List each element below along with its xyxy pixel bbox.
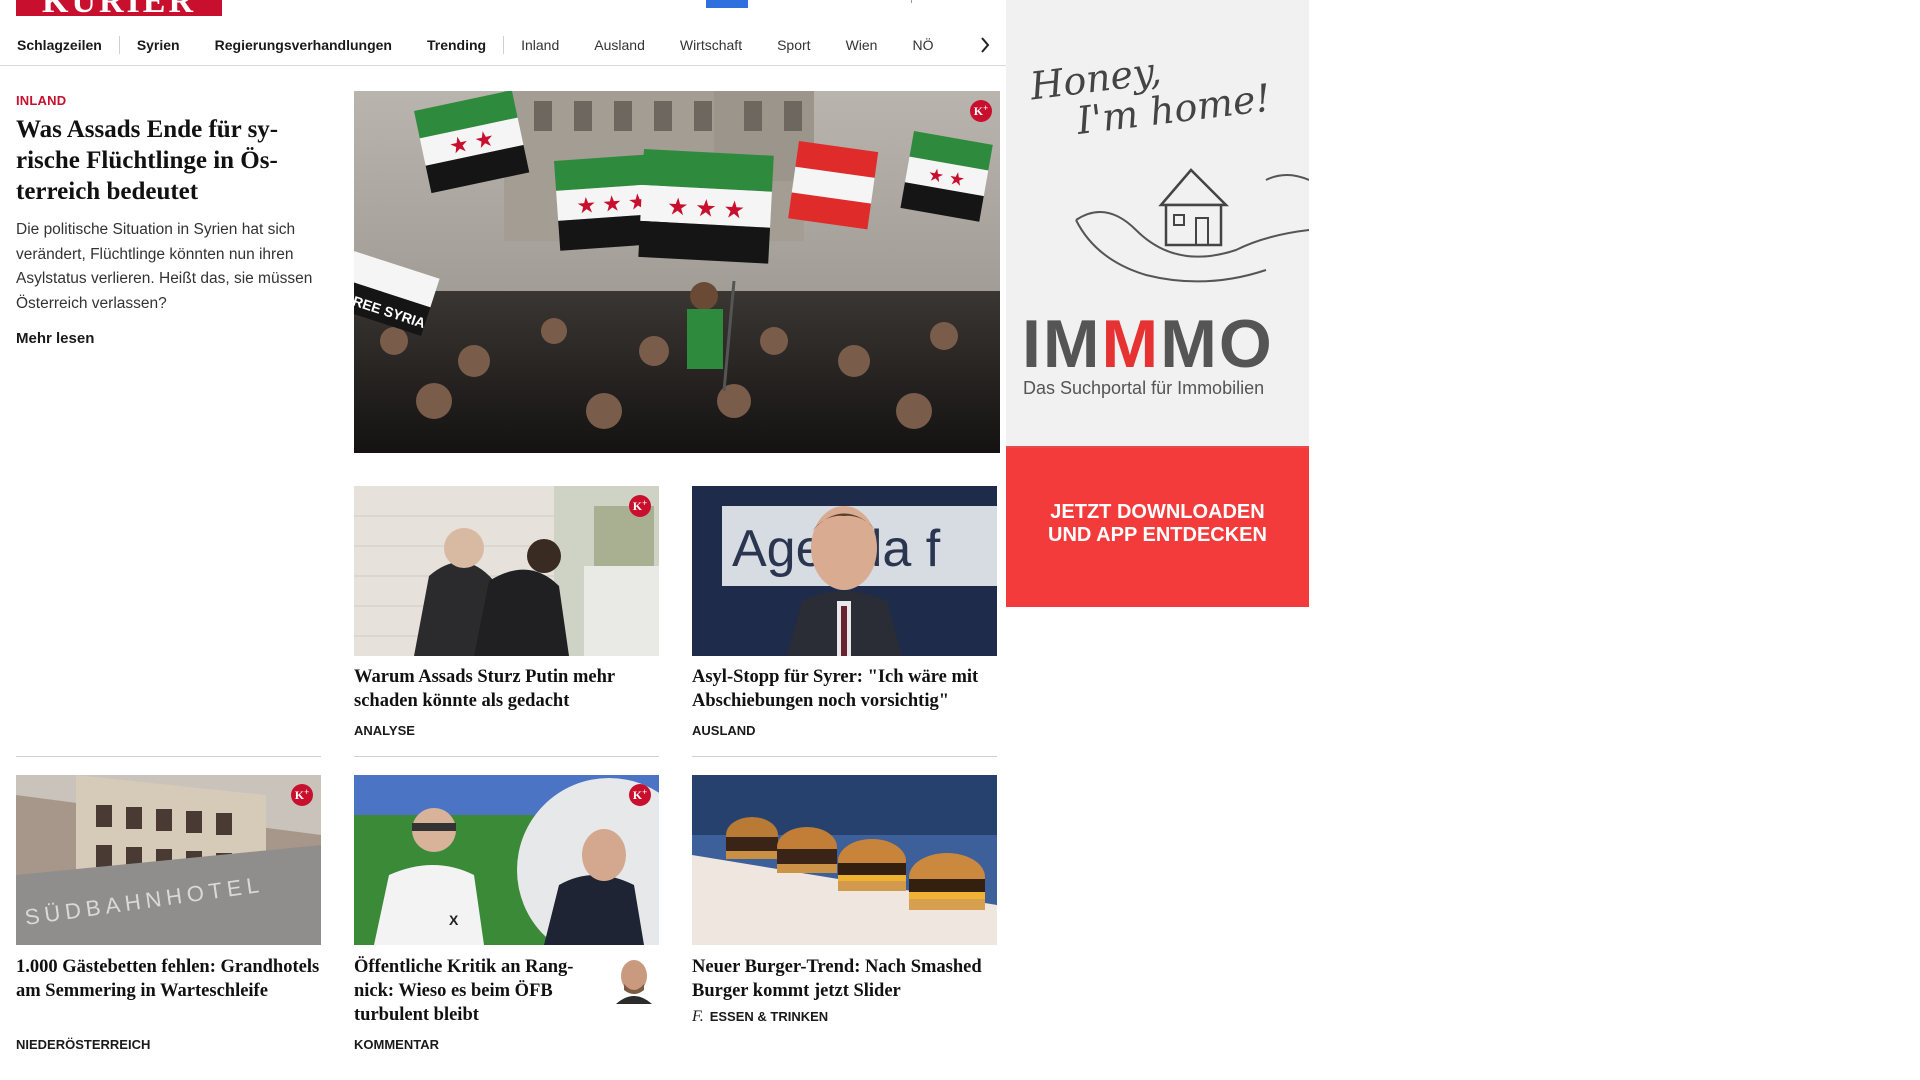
card-image-hotel[interactable]: SÜDBAHNHOTEL K + [16,775,321,945]
premium-badge-icon: K + [291,784,313,806]
premium-badge-icon: K + [629,784,651,806]
nav-item-noe[interactable]: NÖ [912,37,933,53]
chevron-right-icon[interactable] [974,31,996,59]
ad-cta-line2: UND APP ENTDECKEN [1048,524,1267,546]
nav-item-regierungsverhandlungen[interactable]: Regierungsverhandlungen [215,37,392,53]
lead-image[interactable]: ★ ★ ★ ★ ★ ★ ★ ★ ★ ★ FREE SYRIA K + [354,91,1000,453]
card-category[interactable]: KOMMENTAR [354,1037,439,1052]
lead-summary: Die politische Situation in Syrien hat s… [16,221,313,312]
ad-cta-text[interactable]: JETZT DOWNLOADEN UND APP ENTDECKEN [1006,501,1309,547]
header-account-button[interactable] [706,0,748,8]
nav-item-wirtschaft[interactable]: Wirtschaft [680,37,742,53]
card-category[interactable]: AUSLAND [692,723,756,738]
nav-item-trending[interactable]: Trending [427,37,486,53]
card-image-putin[interactable]: K + [354,486,659,656]
row-divider [16,756,321,757]
card-category-essen-trinken[interactable]: f. ESSEN & TRINKEN [692,1008,828,1026]
ad-brand-accent: M [1101,306,1161,382]
kurier-logo[interactable]: KURIER [16,0,222,16]
svg-text:X: X [449,912,459,928]
ad-cta-line1: JETZT DOWNLOADEN [1050,501,1265,523]
card-category[interactable]: NIEDERÖSTERREICH [16,1037,150,1052]
svg-text:★ ★ ★: ★ ★ ★ [666,193,745,224]
ad-brand-part: IM [1022,306,1102,382]
lead-article-text: INLAND Was Assads Ende für sy­rische Flü… [16,93,320,347]
nav-item-syrien[interactable]: Syrien [137,37,180,53]
logo-text: KURIER [42,0,196,16]
immmo-advertisement[interactable]: Honey, I'm home! IMMMO Das Suchportal fü… [1006,0,1309,607]
card-image-rangnick[interactable]: X K + [354,775,659,945]
ad-cta-panel[interactable]: JETZT DOWNLOADEN UND APP ENTDECKEN [1006,446,1309,607]
header-divider [911,0,912,3]
premium-badge-icon: K + [970,100,992,122]
ad-brand-logo: IMMMO [1022,310,1274,378]
ad-subtitle: Das Suchportal für Immobilien [1023,378,1265,398]
card-image-asyl[interactable]: Agenda f [692,486,997,656]
card-title[interactable]: Asyl-Stopp für Syrer: "Ich wäre mit Absc… [692,665,1002,713]
svg-text:★ ★ ★: ★ ★ ★ [576,189,649,219]
card-title[interactable]: 1.000 Gästebetten fehlen: Grandho­tels a… [16,955,326,1003]
lead-kicker[interactable]: INLAND [16,93,320,108]
author-avatar[interactable] [612,954,656,1004]
row-divider [354,756,659,757]
ad-top-panel: Honey, I'm home! IMMMO Das Suchportal fü… [1006,0,1309,446]
card-title[interactable]: Warum Assads Sturz Putin mehr schaden kö… [354,665,659,713]
lead-headline[interactable]: Was Assads Ende für sy­rische Flüchtling… [16,114,320,207]
ad-brand-part: MO [1160,306,1274,382]
ad-script-text: Honey, I'm home! [1028,38,1273,146]
card-category-label: ESSEN & TRINKEN [709,1009,829,1024]
card-image-burger[interactable] [692,775,997,945]
premium-badge-icon: K + [629,495,651,517]
nav-item-schlagzeilen[interactable]: Schlagzeilen [17,37,102,53]
nav-item-ausland[interactable]: Ausland [594,37,645,53]
nav-separator [118,36,120,54]
hand-house-icon [1075,168,1309,283]
row-divider [692,756,997,757]
card-title[interactable]: Öffentliche Kritik an Rang­nick: Wieso e… [354,955,599,1027]
read-more-link[interactable]: Mehr lesen [16,330,320,347]
essen-trinken-icon: f. [692,1008,704,1025]
card-title[interactable]: Neuer Burger-Trend: Nach Smas­hed Burger… [692,955,1002,1003]
nav-item-inland[interactable]: Inland [521,37,559,53]
card-category[interactable]: ANALYSE [354,723,415,738]
nav-separator [503,36,505,54]
nav-item-sport[interactable]: Sport [777,37,810,53]
nav-item-wien[interactable]: Wien [846,37,878,53]
main-nav: Schlagzeilen Syrien Regierungsverhandlun… [0,25,1006,66]
